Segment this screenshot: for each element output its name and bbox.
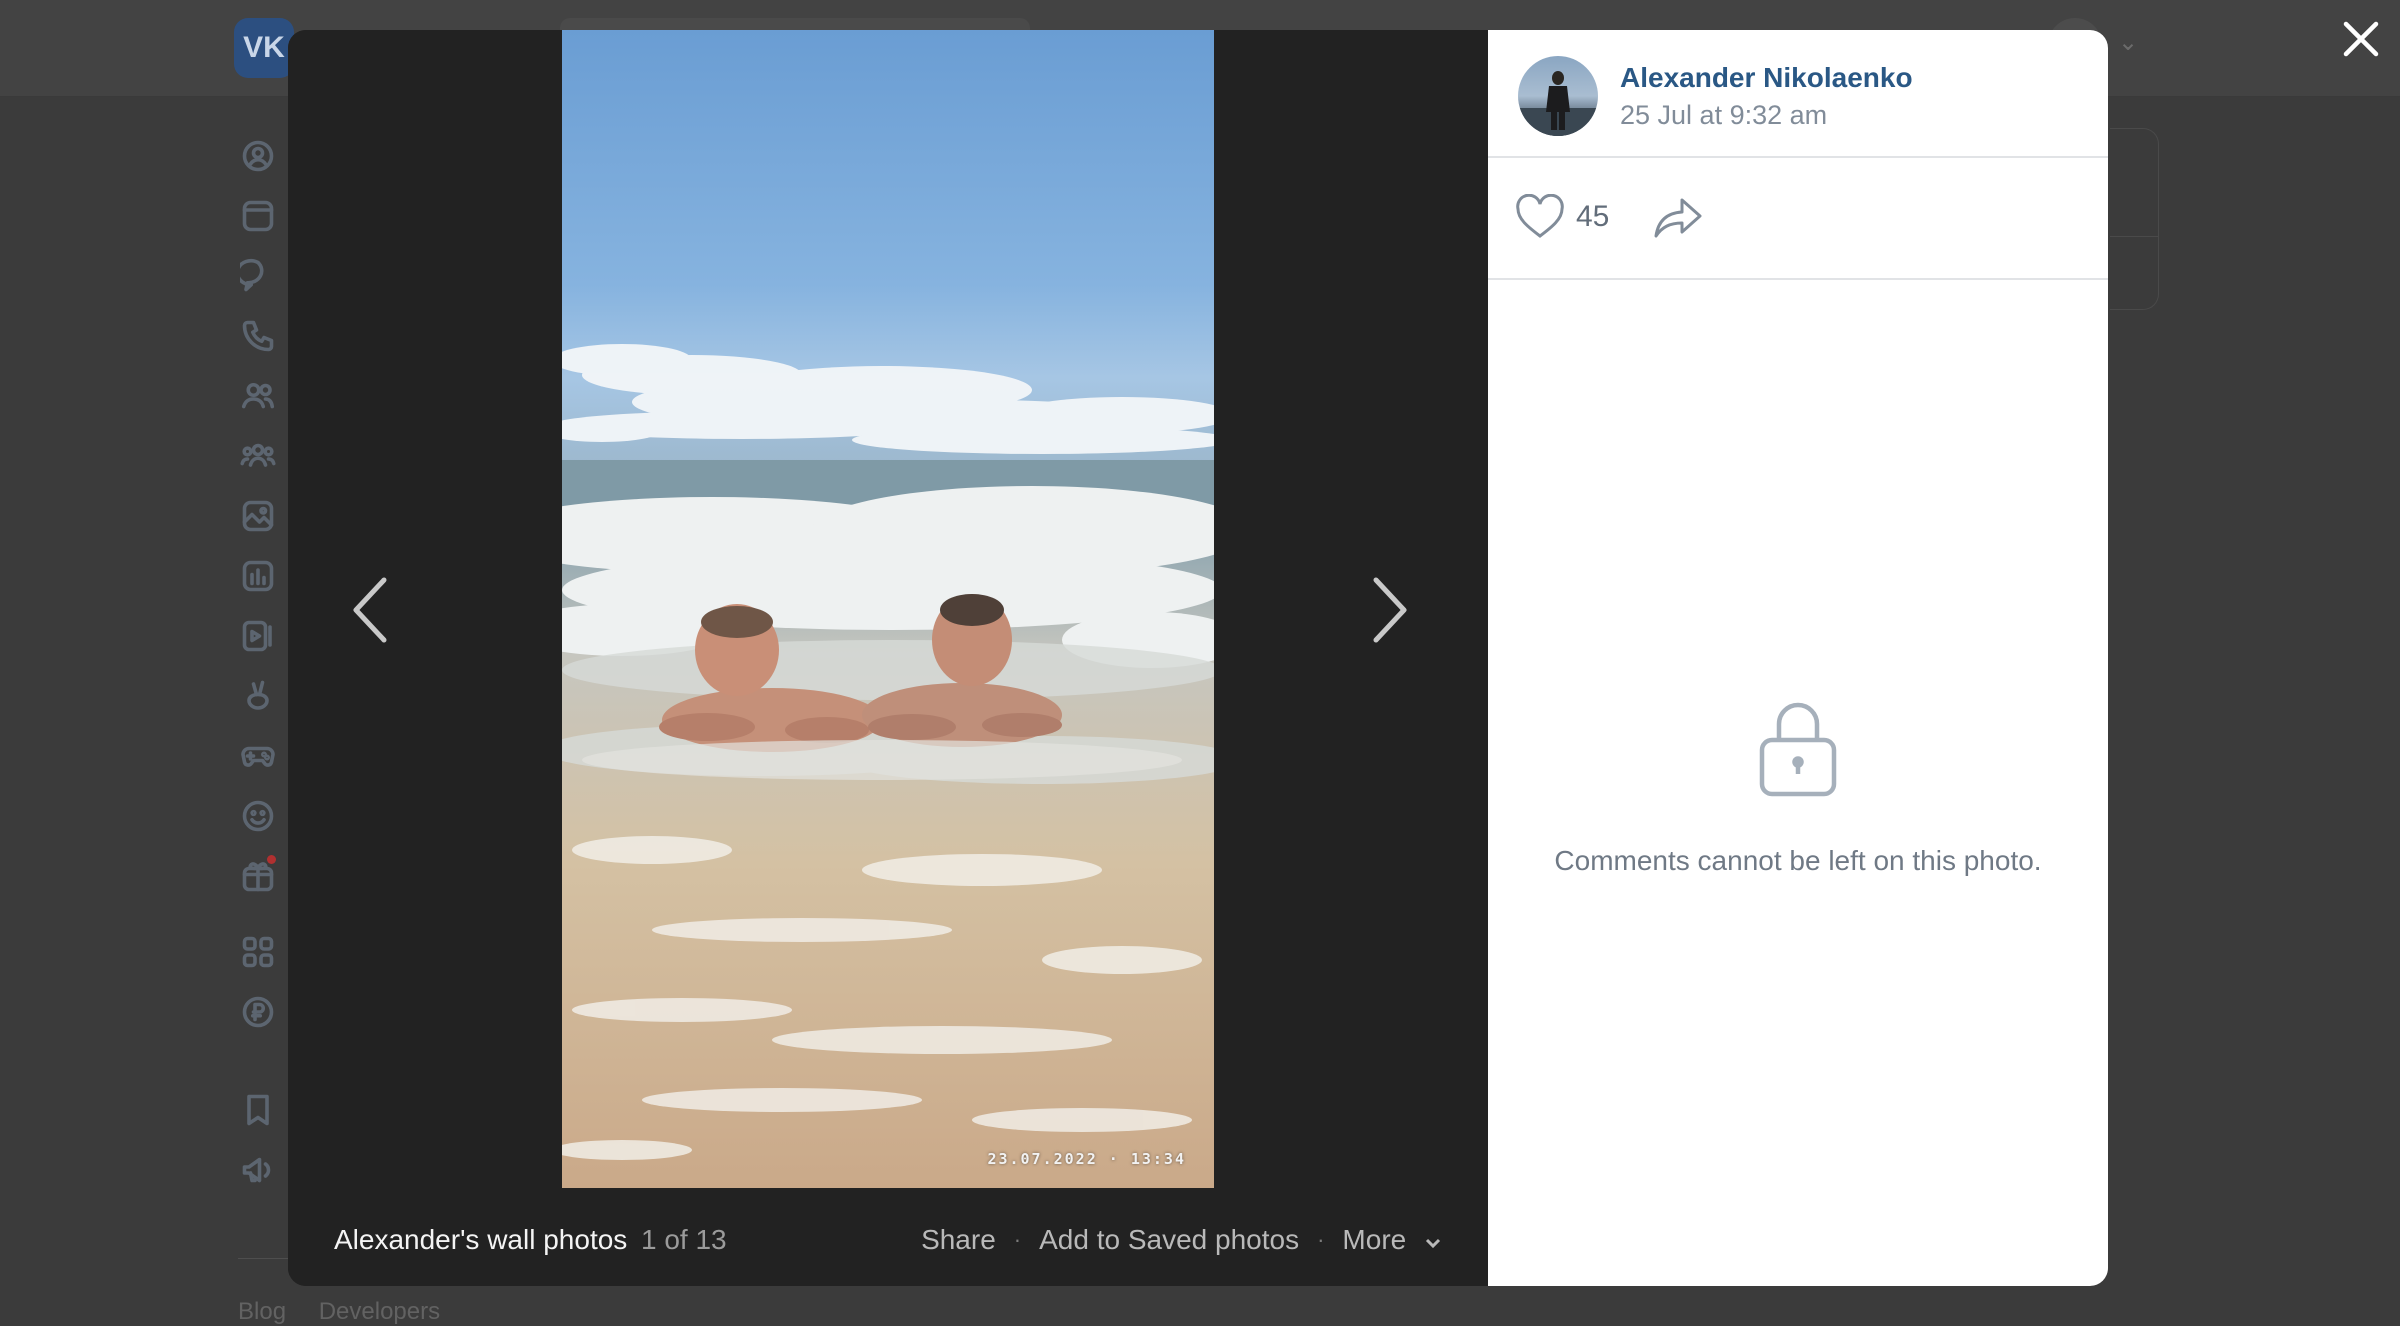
add-to-saved-link[interactable]: Add to Saved photos: [1039, 1224, 1299, 1256]
author-name-link[interactable]: Alexander Nikolaenko: [1620, 62, 1913, 94]
friends-icon[interactable]: [238, 376, 278, 416]
post-author: Alexander Nikolaenko 25 Jul at 9:32 am: [1488, 30, 2108, 158]
separator-dot: ·: [1317, 1227, 1325, 1252]
stickers-icon[interactable]: [238, 796, 278, 836]
more-menu-button[interactable]: More: [1342, 1224, 1442, 1256]
close-viewer-button[interactable]: [2338, 16, 2384, 62]
photo-counter: 1 of 13: [641, 1224, 727, 1255]
chevron-left-icon: [353, 577, 387, 643]
chevron-down-icon[interactable]: ⌄: [2118, 28, 2138, 57]
ads-icon[interactable]: [238, 1150, 278, 1190]
previous-photo-button[interactable]: [340, 570, 400, 650]
album-title-link[interactable]: Alexander's wall photos: [334, 1224, 627, 1256]
reactions-bar: 45: [1488, 158, 2108, 280]
close-icon: [2343, 21, 2379, 57]
like-count: 45: [1576, 200, 1610, 233]
news-icon[interactable]: [238, 196, 278, 236]
apps-icon[interactable]: [238, 932, 278, 972]
footer-links: Blog Developers: [238, 1298, 466, 1326]
photo-actions: Share · Add to Saved photos · More: [921, 1224, 1442, 1256]
photo-area: 23.07.2022 · 13:34 Alexander's wall phot…: [288, 30, 1488, 1286]
chevron-right-icon: [1373, 577, 1407, 643]
footer-link-blog[interactable]: Blog: [238, 1298, 286, 1325]
post-date[interactable]: 25 Jul at 9:32 am: [1620, 100, 1827, 131]
background-card-divider: [2110, 236, 2158, 237]
share-button[interactable]: [1652, 192, 1706, 242]
photo-bottom-bar: Alexander's wall photos 1 of 13 Share · …: [288, 1210, 1488, 1270]
author-avatar[interactable]: [1518, 56, 1598, 136]
gifts-icon[interactable]: [238, 855, 278, 896]
photo-scene: [562, 344, 1214, 1160]
music-icon[interactable]: [238, 556, 278, 596]
avatar-figure: [1518, 71, 1598, 136]
chevron-down-icon: [1425, 1238, 1441, 1249]
notification-dot: [267, 855, 276, 864]
messenger-icon[interactable]: [238, 256, 278, 296]
photo-side-panel: Alexander Nikolaenko 25 Jul at 9:32 am 4…: [1488, 30, 2108, 1286]
games-icon[interactable]: [238, 736, 278, 776]
heart-icon: [1516, 194, 1564, 238]
communities-icon[interactable]: [238, 436, 278, 476]
share-arrow-icon: [1654, 198, 1702, 238]
background-card: [2110, 128, 2159, 310]
photo-viewer: 23.07.2022 · 13:34 Alexander's wall phot…: [288, 30, 2108, 1286]
share-link[interactable]: Share: [921, 1224, 996, 1256]
next-photo-button[interactable]: [1360, 570, 1420, 650]
lock-icon: [1488, 696, 2108, 805]
comments-locked-text: Comments cannot be left on this photo.: [1554, 845, 2042, 876]
like-button[interactable]: 45: [1514, 192, 1609, 242]
photos-icon[interactable]: [238, 496, 278, 536]
more-label: More: [1342, 1224, 1407, 1255]
footer-link-developers[interactable]: Developers: [319, 1298, 440, 1325]
profile-icon[interactable]: [238, 136, 278, 176]
clips-icon[interactable]: [238, 676, 278, 716]
separator-dot: ·: [1013, 1227, 1022, 1252]
vk-logo[interactable]: VK: [234, 18, 294, 78]
calls-icon[interactable]: [238, 316, 278, 356]
videos-icon[interactable]: [238, 616, 278, 656]
payments-icon[interactable]: [238, 992, 278, 1032]
bookmarks-icon[interactable]: [238, 1090, 278, 1130]
comments-locked: Comments cannot be left on this photo.: [1488, 696, 2108, 877]
beach-photo[interactable]: 23.07.2022 · 13:34: [562, 30, 1214, 1188]
photo-timestamp: 23.07.2022 · 13:34: [987, 1150, 1186, 1168]
